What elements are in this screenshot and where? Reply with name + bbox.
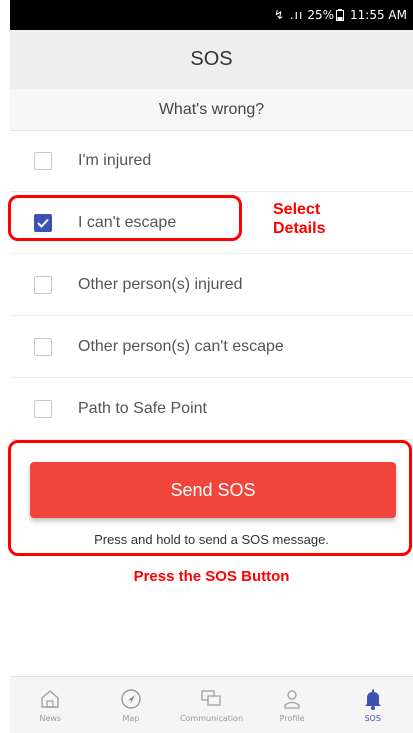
option-injured[interactable]: I'm injured <box>10 130 413 192</box>
house-icon <box>41 690 59 708</box>
checkbox-path-safe-point[interactable] <box>34 399 52 418</box>
battery-level: 25% <box>307 8 335 22</box>
nav-item-news[interactable]: News <box>15 679 85 731</box>
nav-item-map[interactable]: Map <box>96 679 166 731</box>
person-icon <box>284 690 300 709</box>
annotation-select-details: Select Details <box>273 200 325 238</box>
nav-item-profile[interactable]: Profile <box>257 679 327 731</box>
bell-icon <box>364 689 381 710</box>
nav-item-communication[interactable]: Communication <box>176 679 246 731</box>
option-cant-escape[interactable]: I can't escape <box>10 192 413 254</box>
checkbox-injured[interactable] <box>34 151 52 170</box>
annotation-select-line2: Details <box>273 220 326 237</box>
option-path-safe-point[interactable]: Path to Safe Point <box>10 378 413 440</box>
nav-label: News <box>39 714 62 723</box>
page-title: SOS <box>190 48 233 70</box>
signal-icon: ↯ .ıı <box>274 8 304 22</box>
checkbox-other-cant-escape[interactable] <box>34 337 52 356</box>
annotation-press-sos: Press the SOS Button <box>133 568 290 585</box>
checkbox-other-injured[interactable] <box>34 275 52 294</box>
option-label: Other person(s) can't escape <box>78 337 284 355</box>
option-label: Path to Safe Point <box>78 399 207 417</box>
send-sos-button[interactable]: Send SOS <box>30 462 396 518</box>
section-title: What's wrong? <box>10 89 413 131</box>
status-bar: ↯ .ıı 25% 11:55 AM <box>10 0 413 30</box>
option-other-cant-escape[interactable]: Other person(s) can't escape <box>10 316 413 378</box>
option-label: Other person(s) injured <box>78 275 243 293</box>
compass-icon <box>121 689 141 709</box>
check-icon <box>37 218 49 228</box>
app-header: SOS <box>10 30 413 90</box>
nav-label: Communication <box>179 714 244 723</box>
nav-label: Profile <box>279 714 305 723</box>
annotation-select-line1: Select <box>273 201 321 218</box>
option-other-injured[interactable]: Other person(s) injured <box>10 254 413 316</box>
clock: 11:55 AM <box>350 8 407 22</box>
nav-label: SOS <box>364 714 381 723</box>
battery-icon: 25% <box>307 8 348 22</box>
section-title-text: What's wrong? <box>158 100 265 118</box>
checkbox-cant-escape[interactable] <box>34 213 52 232</box>
nav-item-sos[interactable]: SOS <box>338 679 408 731</box>
send-hint: Press and hold to send a SOS message. <box>94 532 329 547</box>
option-label: I'm injured <box>78 151 152 169</box>
option-label: I can't escape <box>78 213 177 231</box>
nav-label: Map <box>122 714 140 723</box>
chat-icon <box>201 690 222 706</box>
bottom-nav: News Map Communication Profile SOS <box>10 676 413 733</box>
